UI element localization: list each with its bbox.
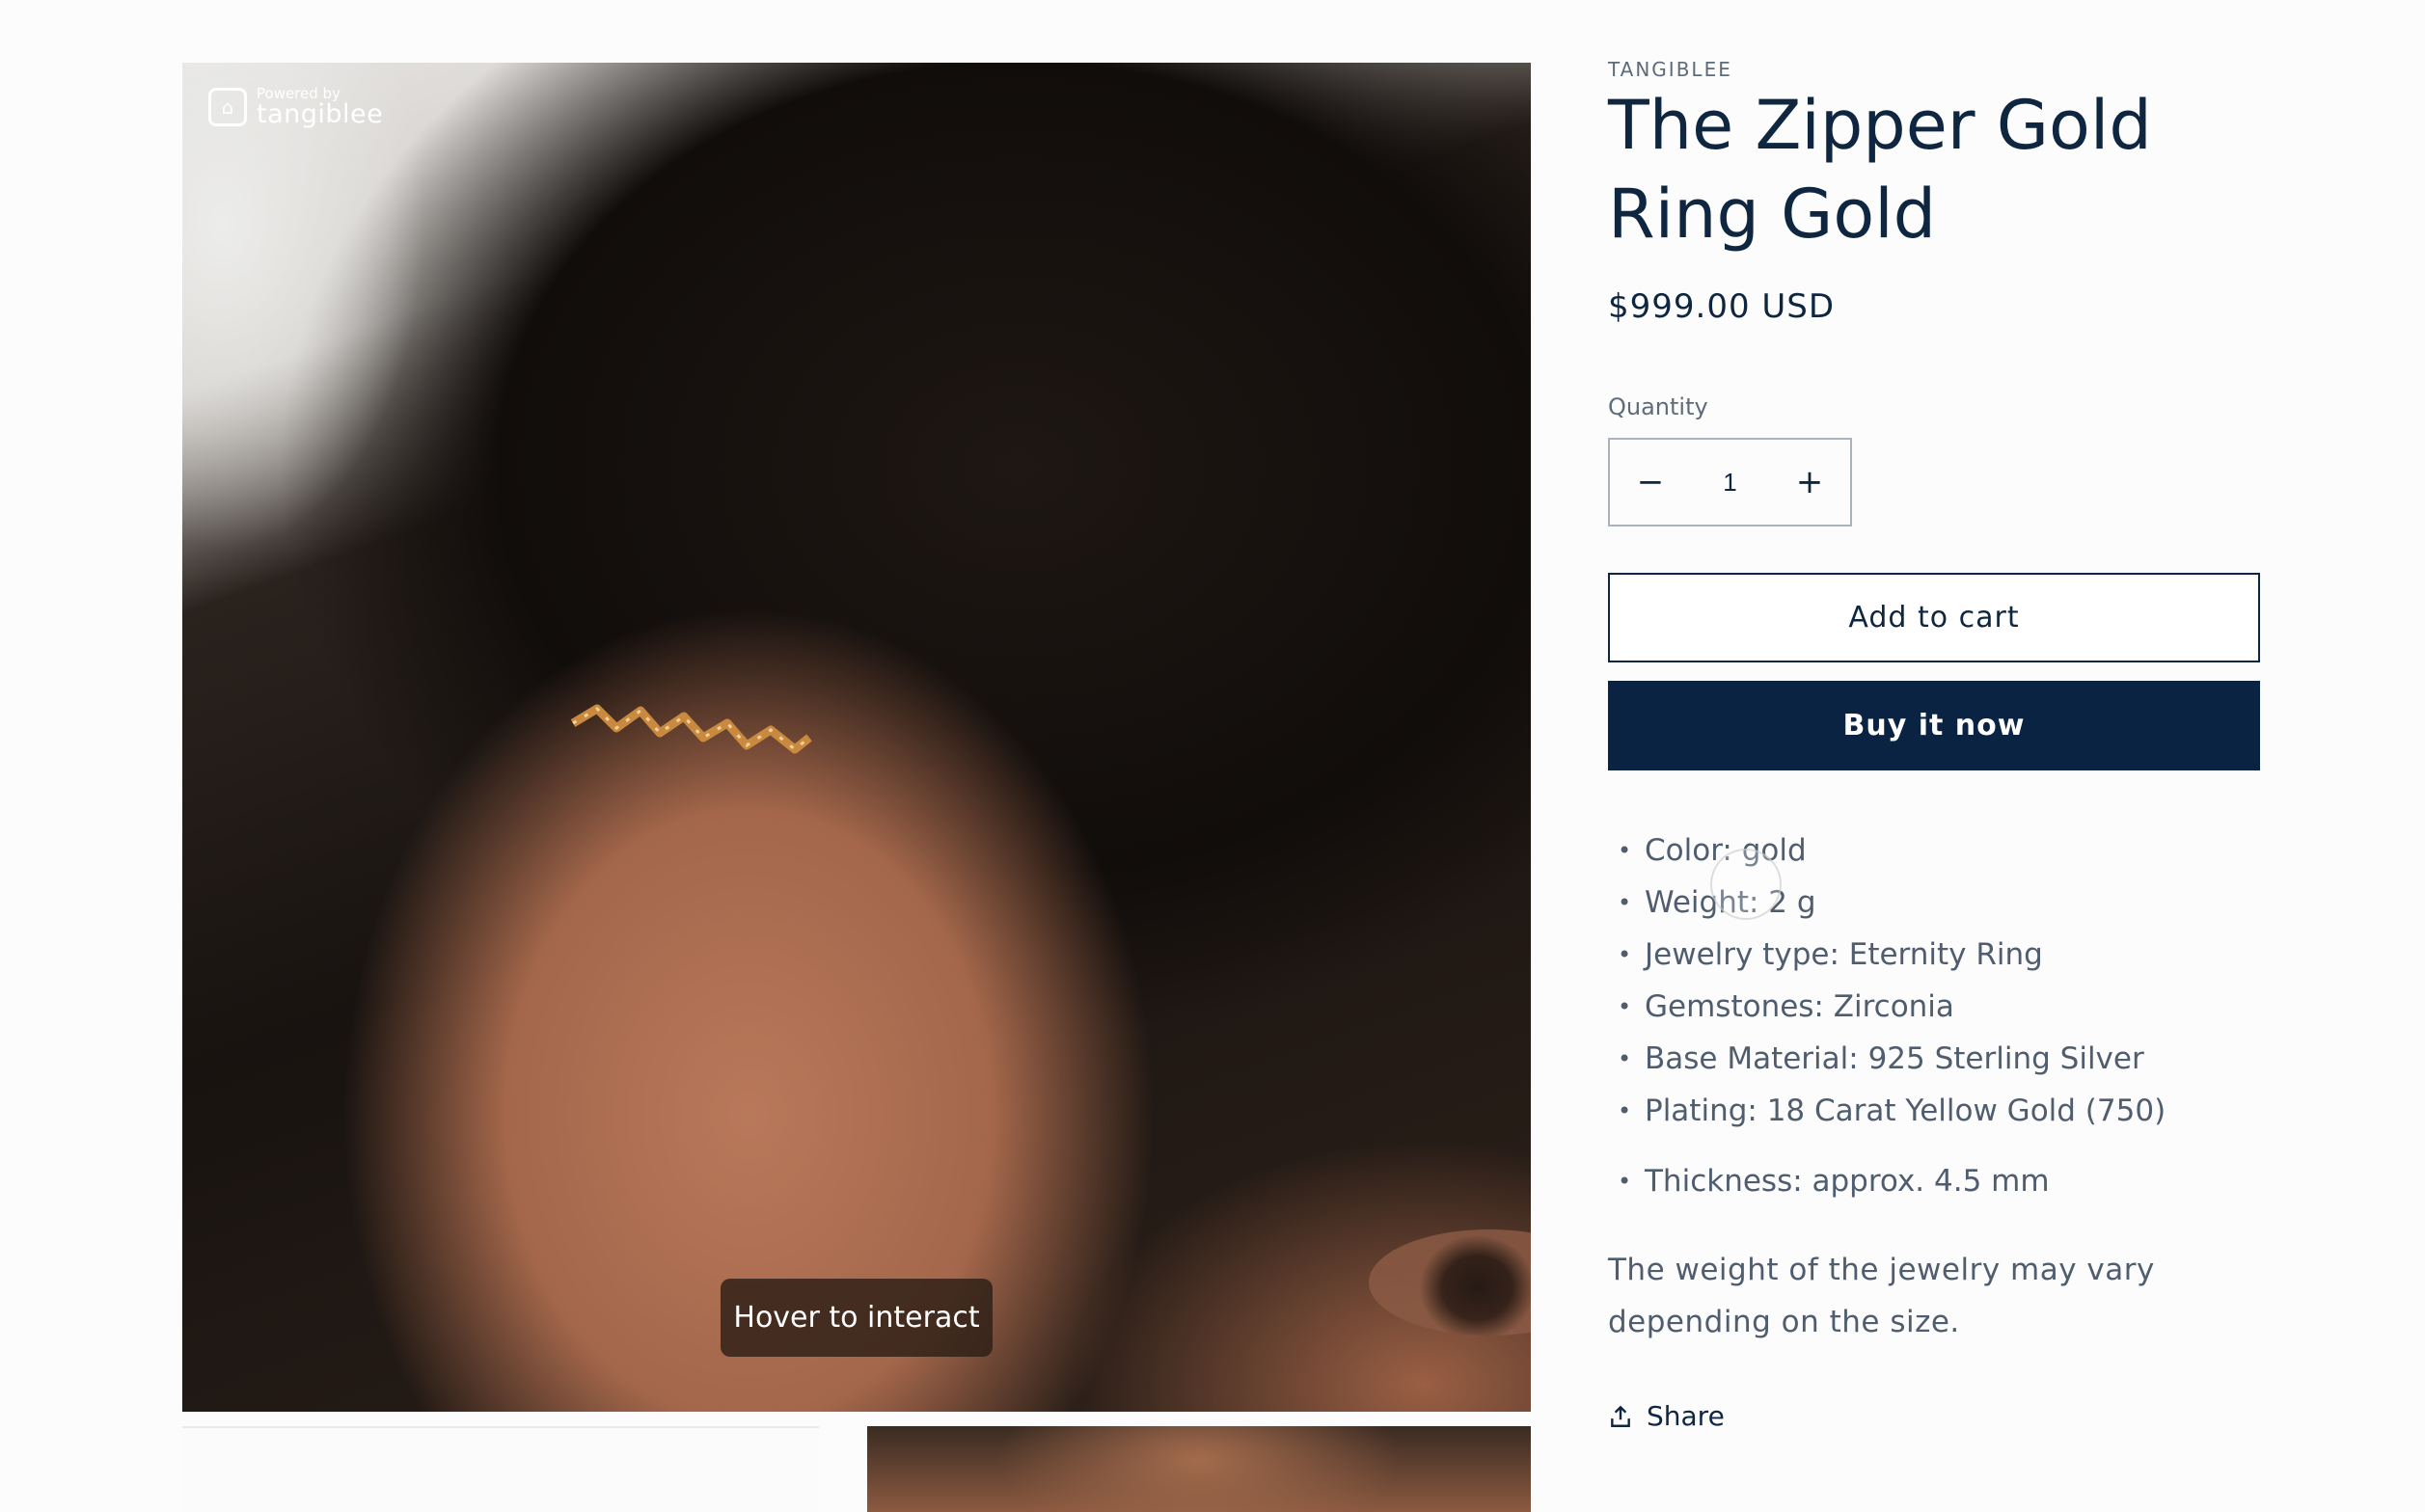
share-icon [1611,1405,1630,1427]
spec-text: Plating: 18 Carat Yellow Gold (750) [1645,1094,2166,1128]
quantity-decrease-button[interactable]: − [1610,440,1691,525]
gallery-thumbnail-2[interactable] [867,1426,1531,1512]
product-vendor: TANGIBLEE [1608,58,1732,81]
buy-it-now-button[interactable]: Buy it now [1608,681,2260,770]
spec-item: • Gemstones: Zirconia [1618,989,1954,1024]
share-label: Share [1647,1400,1725,1432]
spec-text: Base Material: 925 Sterling Silver [1645,1041,2144,1076]
spec-item-thickness: • Thickness: approx. 4.5 mm [1618,1164,2050,1199]
spec-item: • Weight: 2 g [1618,885,1816,920]
spec-text: Thickness: approx. 4.5 mm [1645,1164,2050,1199]
quantity-label: Quantity [1608,393,1708,420]
hover-to-interact-hint: Hover to interact [721,1279,993,1357]
spec-text: Jewelry type: Eternity Ring [1645,937,2043,972]
quantity-increase-button[interactable]: + [1769,440,1850,525]
ring-on-finger [570,704,812,754]
photo-background [182,63,1531,1412]
product-title: The Zipper Gold Ring Gold [1608,86,2152,254]
quantity-stepper: − + [1608,438,1852,526]
share-button[interactable]: Share [1608,1400,1725,1432]
powered-by-brand: tangiblee [257,99,384,129]
powered-by-badge: ⌂ Powered by tangiblee [208,87,383,127]
spec-item: • Jewelry type: Eternity Ring [1618,937,2043,972]
spec-text: Gemstones: Zirconia [1645,989,1954,1024]
product-photo-main[interactable]: ⌂ Powered by tangiblee Hover to interact [182,63,1531,1412]
add-to-cart-button[interactable]: Add to cart [1608,573,2260,662]
spec-item: • Plating: 18 Carat Yellow Gold (750) [1618,1094,2166,1128]
product-specs-list: • Color: gold • Weight: 2 g • Jewelry type:… [1618,824,2166,1137]
mouse-cursor-indicator [1710,849,1782,920]
weight-note: The weight of the jewelry may vary depen… [1608,1253,2155,1339]
quantity-input[interactable] [1691,467,1769,498]
tangiblee-logo-icon: ⌂ [208,88,247,126]
spec-item: • Color: gold [1618,833,1807,868]
product-price: $999.00 USD [1608,287,1836,326]
product-page: ⌂ Powered by tangiblee Hover to interact… [0,0,2425,1512]
spec-item: • Base Material: 925 Sterling Silver [1618,1041,2144,1076]
gallery-thumbnail-1[interactable] [182,1426,819,1512]
